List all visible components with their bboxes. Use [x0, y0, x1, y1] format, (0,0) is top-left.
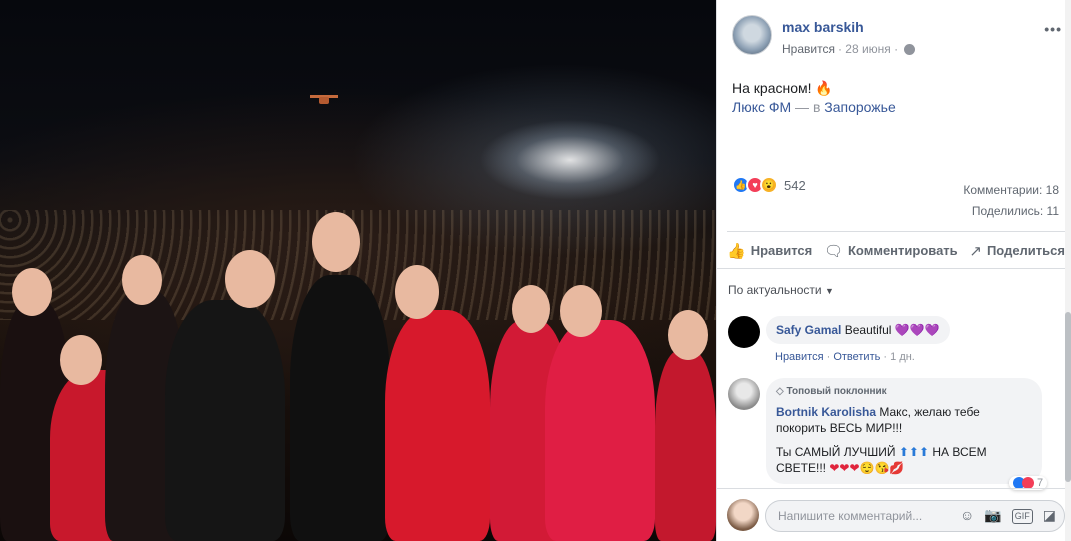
camera-icon[interactable]: 📷 — [984, 507, 1001, 524]
post-caption: На красном! — [732, 80, 812, 96]
post-photo[interactable] — [0, 0, 716, 541]
location-separator: — в — [791, 99, 825, 115]
badge-label: Топовый поклонник — [786, 386, 887, 397]
globe-icon — [904, 43, 916, 55]
performer — [385, 310, 490, 541]
comment-item: Safy Gamal Beautiful 💜💜💜 Нравится · Отве… — [728, 316, 1058, 374]
post-text: На красном! 🔥 — [732, 80, 833, 97]
performer-head — [668, 310, 708, 360]
comment-placeholder: Напишите комментарий... — [778, 509, 923, 523]
performer-head — [60, 335, 102, 385]
commenter-avatar[interactable] — [728, 316, 760, 348]
comment-reply-link[interactable]: Ответить — [833, 351, 880, 363]
post-side-panel: max barskih Нравится · 28 июня · ••• На … — [716, 0, 1071, 541]
caret-down-icon: ▼ — [824, 286, 834, 296]
comment-actions: Нравится · Ответить · 1 дн. — [775, 351, 915, 363]
sort-label: По актуальности — [728, 283, 822, 297]
top-arrows-emoji: ⬆⬆⬆ — [898, 445, 930, 459]
thumbs-up-icon: 👍 — [727, 242, 746, 260]
performer-head — [12, 268, 52, 316]
performer-head — [312, 212, 360, 272]
comment-bubble: Safy Gamal Beautiful 💜💜💜 — [766, 316, 950, 344]
post-date[interactable]: · 28 июня · — [838, 42, 898, 56]
comment-icon: 🗨 — [823, 242, 843, 260]
engagement-counts: Комментарии: 18 Поделились: 11 — [963, 180, 1059, 222]
commenter-name[interactable]: Safy Gamal — [776, 323, 841, 337]
emoji-icon[interactable]: ☺ — [960, 507, 974, 524]
performer-head — [225, 250, 275, 308]
comment-input[interactable]: Напишите комментарий... ☺ 📷 GIF ◪ — [765, 500, 1065, 532]
sticker-icon[interactable]: ◪ — [1043, 507, 1056, 524]
reaction-summary[interactable]: 👍 ♥ 😮 542 — [732, 176, 806, 194]
scrollbar[interactable] — [1065, 0, 1071, 541]
reaction-count[interactable]: 542 — [784, 178, 806, 193]
fire-icon: 🔥 — [815, 80, 833, 96]
performer — [165, 300, 285, 541]
performer-head — [512, 285, 550, 333]
more-icon[interactable]: ••• — [1044, 21, 1062, 37]
performer-head — [560, 285, 602, 337]
comment-emoji: 💜💜💜 — [894, 323, 940, 337]
author-avatar[interactable] — [732, 15, 772, 55]
post-meta: Нравится · 28 июня · — [782, 42, 916, 56]
comment-bubble: ◇ Топовый поклонник Bortnik Karolisha Ма… — [766, 378, 1042, 484]
scrollbar-thumb[interactable] — [1065, 312, 1071, 482]
commenter-name[interactable]: Bortnik Karolisha — [776, 405, 876, 419]
comment-time[interactable]: 1 дн. — [890, 351, 915, 363]
like-label: Нравится — [750, 243, 813, 258]
performer — [290, 275, 390, 541]
comment-text-2: Ты САМЫЙ ЛУЧШИЙ — [776, 445, 896, 459]
post-actions: 👍 Нравится 🗨 Комментировать ↗ Поделиться — [727, 231, 1065, 265]
drone — [310, 92, 338, 104]
gif-icon[interactable]: GIF — [1011, 509, 1033, 524]
comment-composer: Напишите комментарий... ☺ 📷 GIF ◪ — [717, 488, 1071, 541]
location-link[interactable]: Запорожье — [824, 99, 895, 115]
comment-emoji: ❤❤❤😌😘💋 — [829, 461, 905, 475]
share-button[interactable]: ↗ Поделиться — [969, 242, 1065, 260]
top-fan-badge: ◇ Топовый поклонник — [776, 384, 1032, 400]
like-page-link[interactable]: Нравится — [782, 42, 835, 56]
share-label: Поделиться — [986, 243, 1065, 258]
comment-like-link[interactable]: Нравится — [775, 351, 824, 363]
performer — [545, 320, 655, 541]
comment-text: Beautiful — [844, 323, 892, 337]
composer-tools: ☺ 📷 GIF ◪ — [960, 507, 1056, 524]
commenter-avatar[interactable] — [728, 378, 760, 410]
performer-head — [122, 255, 162, 305]
comments-count[interactable]: Комментарии: 18 — [963, 180, 1059, 201]
tagged-page-link[interactable]: Люкс ФМ — [732, 99, 791, 115]
shares-count[interactable]: Поделились: 11 — [963, 201, 1059, 222]
post-location: Люкс ФМ — в Запорожье — [732, 99, 896, 115]
diamond-icon: ◇ — [776, 386, 784, 397]
sort-dropdown[interactable]: По актуальности ▼ — [728, 283, 834, 297]
comment-sort-bar: По актуальности ▼ — [717, 268, 1071, 313]
comment-item: ◇ Топовый поклонник Bortnik Karolisha Ма… — [728, 378, 1058, 490]
comment-button[interactable]: 🗨 Комментировать — [824, 242, 958, 260]
user-avatar — [727, 499, 759, 531]
share-icon: ↗ — [969, 242, 982, 260]
performer-head — [395, 265, 439, 319]
performer — [655, 350, 716, 541]
comment-label: Комментировать — [848, 243, 958, 258]
post-header: max barskih Нравится · 28 июня · ••• — [732, 15, 1062, 61]
like-button[interactable]: 👍 Нравится — [727, 242, 812, 260]
wow-reaction-icon: 😮 — [760, 176, 778, 194]
author-name[interactable]: max barskih — [782, 19, 864, 35]
